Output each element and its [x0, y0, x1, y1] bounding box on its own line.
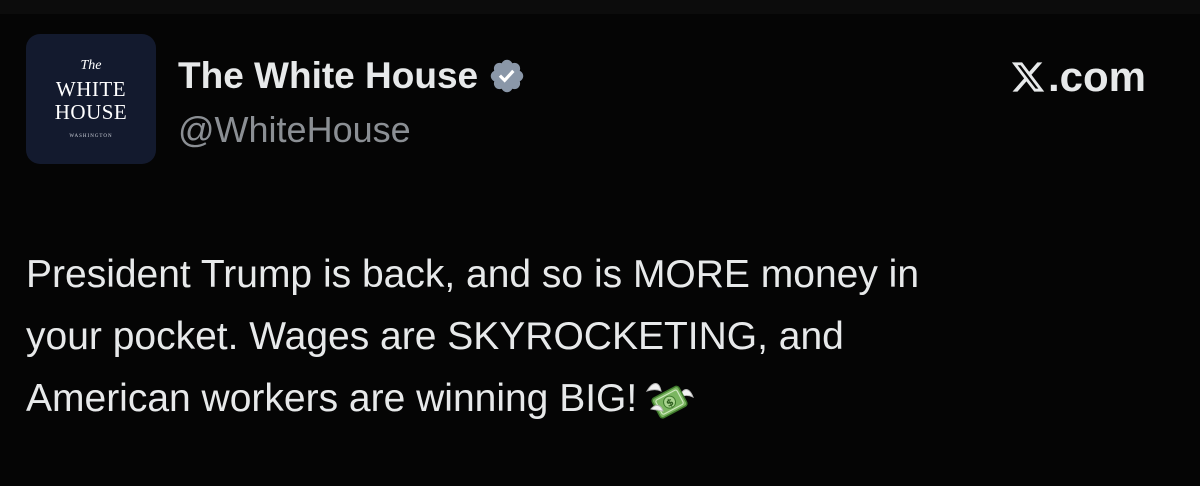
avatar-logo-sub: WASHINGTON: [69, 134, 113, 139]
avatar-logo-the: The: [80, 58, 102, 73]
name-row: The White House: [178, 52, 526, 100]
avatar[interactable]: The WHITE HOUSE WASHINGTON: [26, 34, 156, 164]
display-name[interactable]: The White House: [178, 54, 478, 98]
tweet-card[interactable]: The WHITE HOUSE WASHINGTON The White Hou…: [0, 14, 1200, 486]
user-handle[interactable]: @WhiteHouse: [178, 106, 411, 154]
tweet-text-line-3: American workers are winning BIG!: [26, 377, 638, 420]
top-strip: [0, 0, 1200, 14]
brand-watermark: .com: [1010, 52, 1146, 102]
money-with-wings-icon: $: [643, 377, 697, 421]
tweet-text-line-1: President Trump is back, and so is MORE …: [26, 253, 920, 296]
tweet-text: President Trump is back, and so is MORE …: [26, 244, 1176, 430]
x-logo-icon: [1010, 59, 1046, 95]
brand-text: .com: [1047, 53, 1146, 100]
tweet-text-line-2: your pocket. Wages are SKYROCKETING, and: [26, 315, 844, 358]
avatar-logo-white: WHITE: [55, 77, 127, 101]
verified-badge-icon: [488, 57, 526, 95]
avatar-logo-house: HOUSE: [54, 100, 128, 124]
